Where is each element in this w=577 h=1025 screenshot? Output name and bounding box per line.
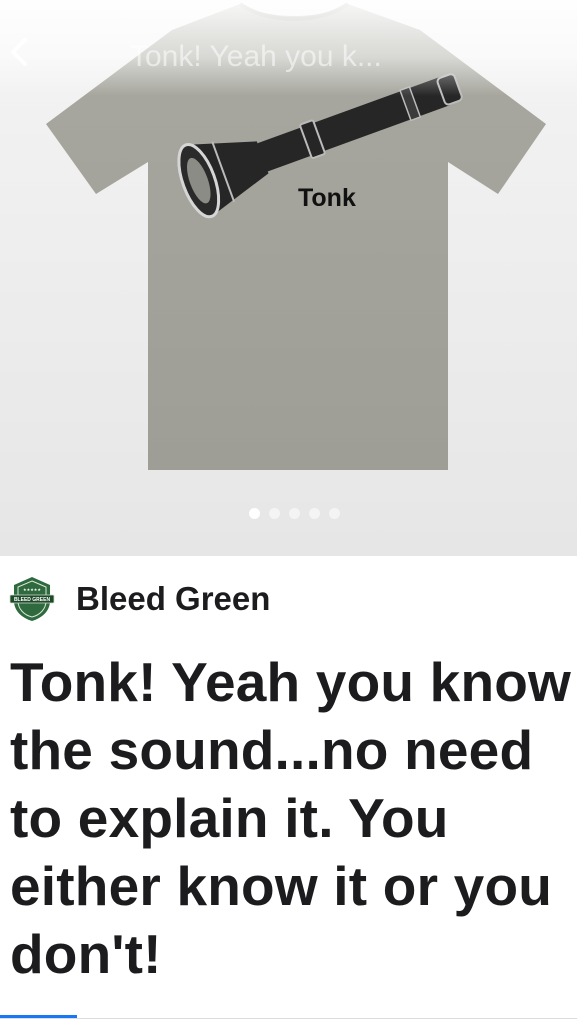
- svg-text:BLEED GREEN: BLEED GREEN: [14, 597, 51, 603]
- carousel-dot[interactable]: [289, 508, 300, 519]
- svg-text:★★★★★: ★★★★★: [23, 587, 41, 592]
- carousel-dot[interactable]: [249, 508, 260, 519]
- back-button[interactable]: [2, 32, 36, 72]
- header-title: Tonk! Yeah you k...: [130, 40, 382, 73]
- shirt-print-text: Tonk: [298, 184, 356, 212]
- tab-divider: [0, 1018, 577, 1019]
- product-image-carousel[interactable]: Tonk Tonk! Yeah you k...: [0, 0, 577, 556]
- product-title: Tonk! Yeah you know the sound...no need …: [10, 651, 572, 985]
- carousel-dot[interactable]: [269, 508, 280, 519]
- seller-row[interactable]: BLEED GREEN ★★★★★ Bleed Green: [8, 575, 270, 623]
- carousel-pagination[interactable]: [249, 508, 340, 519]
- chevron-left-icon: [11, 38, 27, 66]
- shield-logo-icon[interactable]: BLEED GREEN ★★★★★: [8, 575, 56, 623]
- seller-name[interactable]: Bleed Green: [76, 580, 270, 618]
- carousel-dot[interactable]: [329, 508, 340, 519]
- carousel-dot[interactable]: [309, 508, 320, 519]
